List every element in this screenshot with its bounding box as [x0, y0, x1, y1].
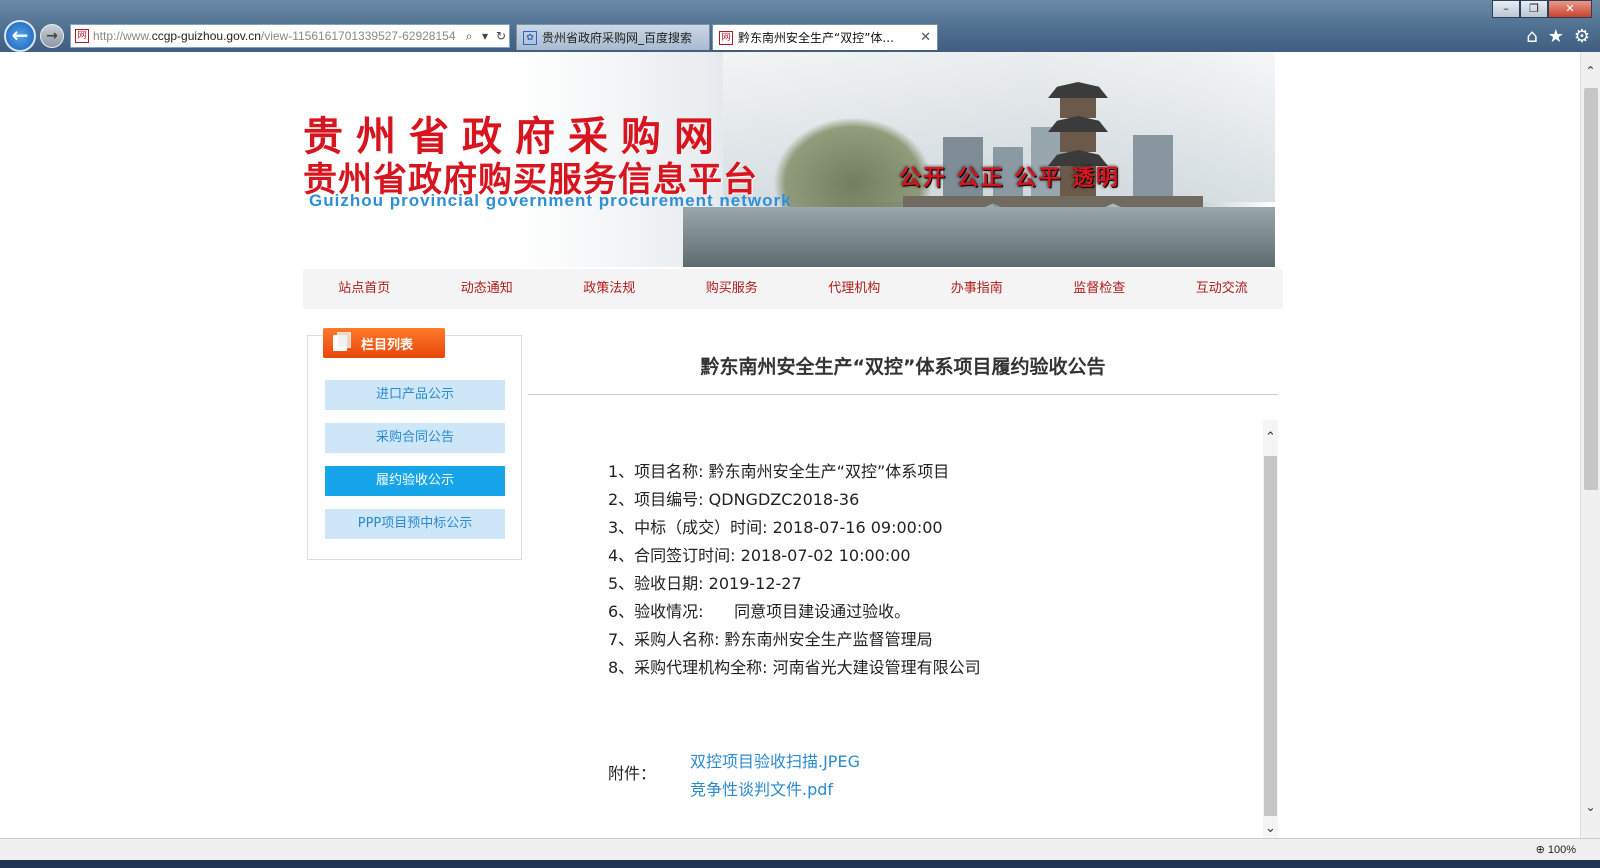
- sidebar-heading-label: 栏目列表: [361, 337, 414, 353]
- site-banner: 贵州省政府采购网 贵州省政府购买服务信息平台 Guizhou provincia…: [303, 52, 1275, 267]
- zoom-level[interactable]: ⊕ 100%: [1536, 843, 1576, 856]
- detail-line: 8、采购代理机构全称: 河南省光大建设管理有限公司: [608, 658, 981, 677]
- nav-item-policies[interactable]: 政策法规: [548, 269, 671, 309]
- detail-line: 1、项目名称: 黔东南州安全生产“双控”体系项目: [608, 462, 950, 481]
- scroll-up-icon[interactable]: ⌃: [1263, 430, 1278, 445]
- settings-gear-icon[interactable]: ⚙: [1574, 26, 1590, 47]
- documents-icon: [333, 332, 351, 351]
- zoom-icon: ⊕: [1535, 844, 1545, 856]
- search-icon[interactable]: ⌕: [461, 29, 477, 44]
- detail-line: 3、中标（成交）时间: 2018-07-16 09:00:00: [608, 518, 943, 537]
- main-nav: 站点首页 动态通知 政策法规 购买服务 代理机构 办事指南 监督检查 互动交流: [303, 269, 1283, 309]
- taskbar: [0, 860, 1600, 868]
- status-bar: ⊕ 100%: [0, 838, 1600, 860]
- close-window-icon[interactable]: ✕: [1548, 0, 1592, 18]
- scroll-up-icon[interactable]: ⌃: [1581, 64, 1600, 82]
- address-bar[interactable]: 网 http://www.ccgp-guizhou.gov.cn/view-11…: [70, 24, 510, 48]
- nav-item-interaction[interactable]: 互动交流: [1161, 269, 1284, 309]
- tab-baidu-search[interactable]: ✿ 贵州省政府采购网_百度搜索: [516, 24, 710, 50]
- back-button[interactable]: ←: [4, 20, 36, 52]
- detail-line: 7、采购人名称: 黔东南州安全生产监督管理局: [608, 630, 933, 649]
- scroll-thumb[interactable]: [1584, 88, 1598, 490]
- home-icon[interactable]: ⌂: [1526, 26, 1537, 47]
- site-favicon-icon: 网: [719, 30, 733, 45]
- nav-item-agencies[interactable]: 代理机构: [793, 269, 916, 309]
- site-title-english: Guizhou provincial government procuremen…: [309, 191, 792, 210]
- attachment-link[interactable]: 双控项目验收扫描.JPEG: [690, 748, 860, 776]
- tab-label: 黔东南州安全生产“双控”体...: [738, 31, 894, 45]
- site-slogan: 公开 公正 公平 透明: [899, 165, 1120, 191]
- attachments-label: 附件：: [608, 764, 657, 783]
- detail-line: 4、合同签订时间: 2018-07-02 10:00:00: [608, 546, 911, 565]
- pavilion-tower: [1048, 82, 1108, 212]
- sidebar-item-ppp[interactable]: PPP项目预中标公示: [325, 509, 505, 539]
- browser-toolbar: ⌂ ★ ⚙: [1526, 26, 1590, 47]
- nav-item-notices[interactable]: 动态通知: [426, 269, 549, 309]
- nav-item-home[interactable]: 站点首页: [303, 269, 426, 309]
- column-sidebar: 栏目列表 进口产品公示 采购合同公告 履约验收公示 PPP项目预中标公示: [307, 328, 522, 560]
- nav-item-purchase-services[interactable]: 购买服务: [671, 269, 794, 309]
- close-tab-icon[interactable]: ✕: [920, 30, 931, 45]
- sidebar-heading: 栏目列表: [323, 328, 445, 358]
- tab-label: 贵州省政府采购网_百度搜索: [542, 31, 693, 45]
- title-divider: [528, 394, 1278, 395]
- dropdown-icon[interactable]: ▾: [477, 29, 493, 43]
- article-frame: 1、项目名称: 黔东南州安全生产“双控”体系项目 2、项目编号: QDNGDZC…: [528, 420, 1278, 838]
- sidebar-item-contracts[interactable]: 采购合同公告: [325, 423, 505, 453]
- nav-item-supervision[interactable]: 监督检查: [1038, 269, 1161, 309]
- refresh-icon[interactable]: ↻: [493, 29, 509, 43]
- detail-line: 5、验收日期: 2019-12-27: [608, 574, 802, 593]
- page-scrollbar[interactable]: ⌃ ⌄: [1580, 52, 1600, 838]
- sidebar-item-acceptance[interactable]: 履约验收公示: [325, 466, 505, 496]
- article-scrollbar[interactable]: ⌃ ⌄: [1263, 420, 1278, 838]
- scroll-down-icon[interactable]: ⌄: [1581, 800, 1600, 818]
- forward-button[interactable]: →: [40, 24, 64, 48]
- attachments-list: 双控项目验收扫描.JPEG 竞争性谈判文件.pdf: [690, 748, 860, 804]
- nav-item-guide[interactable]: 办事指南: [916, 269, 1039, 309]
- detail-line: 2、项目编号: QDNGDZC2018-36: [608, 490, 860, 509]
- tab-current[interactable]: 网 黔东南州安全生产“双控”体... ✕: [712, 24, 938, 50]
- maximize-icon[interactable]: ❐: [1520, 0, 1548, 18]
- article-title: 黔东南州安全生产“双控”体系项目履约验收公告: [700, 356, 1106, 378]
- window-controls: – ❐ ✕: [1492, 0, 1592, 20]
- scroll-thumb[interactable]: [1264, 456, 1277, 816]
- site-favicon-icon: 网: [75, 29, 89, 43]
- minimize-icon[interactable]: –: [1492, 0, 1520, 18]
- detail-line: 6、验收情况: 同意项目建设通过验收。: [608, 602, 911, 621]
- scroll-down-icon[interactable]: ⌄: [1263, 821, 1278, 836]
- attachment-link[interactable]: 竞争性谈判文件.pdf: [690, 776, 860, 804]
- banner-water: [683, 207, 1275, 267]
- sidebar-item-import-products[interactable]: 进口产品公示: [325, 380, 505, 410]
- url-text[interactable]: http://www.ccgp-guizhou.gov.cn/view-1156…: [93, 29, 461, 43]
- article-body: 1、项目名称: 黔东南州安全生产“双控”体系项目 2、项目编号: QDNGDZC…: [608, 458, 981, 682]
- baidu-paw-icon: ✿: [523, 30, 537, 45]
- browser-chrome: – ❐ ✕ ← → 网 http://www.ccgp-guizhou.gov.…: [0, 0, 1600, 52]
- favorites-star-icon[interactable]: ★: [1548, 26, 1564, 47]
